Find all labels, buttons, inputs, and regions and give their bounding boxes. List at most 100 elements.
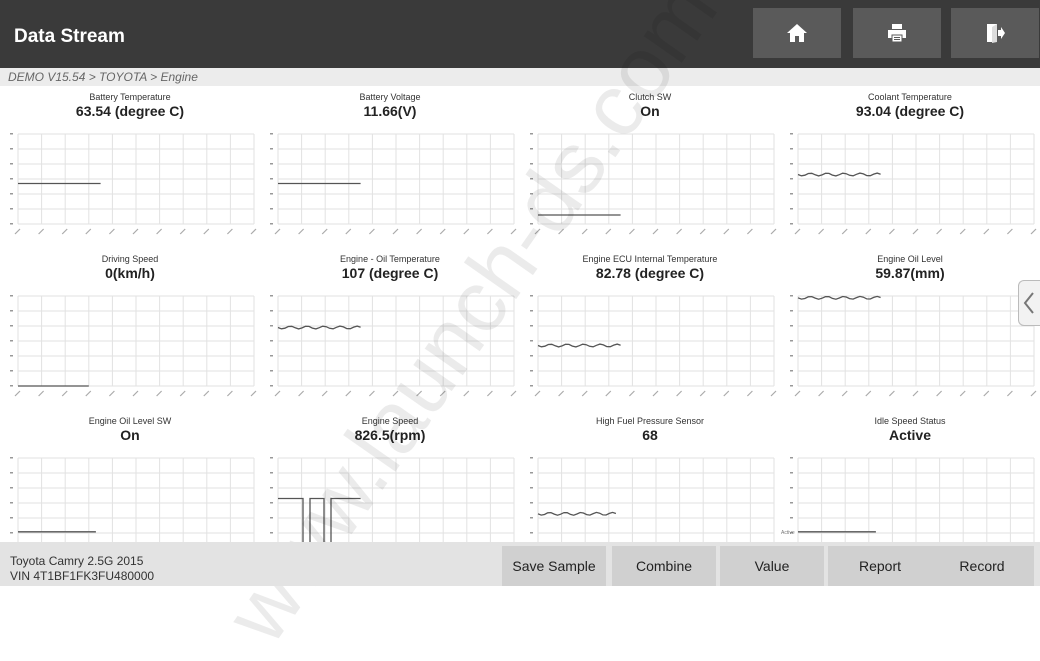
series-line	[537, 343, 621, 348]
panel-graph: Active	[781, 457, 1035, 542]
y-tick-mark	[530, 355, 533, 357]
panel-graph	[270, 295, 517, 397]
data-panel[interactable]: Coolant Temperature 93.04 (degree C)	[780, 88, 1040, 250]
x-tick-mark	[250, 390, 257, 397]
data-panel[interactable]: High Fuel Pressure Sensor 68	[520, 412, 780, 542]
data-panel[interactable]: Battery Voltage 11.66(V)	[260, 88, 520, 250]
data-panel[interactable]: Engine Oil Level SW On	[0, 412, 260, 542]
x-tick-mark	[463, 390, 470, 397]
data-panel[interactable]: Engine ECU Internal Temperature 82.78 (de…	[520, 250, 780, 412]
y-tick-mark	[790, 325, 793, 327]
x-tick-mark	[581, 390, 588, 397]
data-panel[interactable]: Engine Oil Level 59.87(mm)	[780, 250, 1040, 412]
y-tick-mark	[790, 295, 793, 297]
x-tick-mark	[605, 228, 612, 235]
x-tick-mark	[841, 228, 848, 235]
panel-graph	[10, 295, 257, 397]
panel-parameter-value: 0(km/h)	[105, 265, 155, 281]
y-tick-mark	[270, 148, 273, 150]
data-panel[interactable]: Idle Speed Status Active Active	[780, 412, 1040, 542]
x-tick-mark	[179, 228, 186, 235]
x-tick-mark	[888, 390, 895, 397]
x-tick-mark	[1030, 228, 1037, 235]
data-panel[interactable]: Engine Speed 826.5(rpm)	[260, 412, 520, 542]
y-tick-mark	[10, 325, 13, 327]
y-tick-mark	[790, 385, 793, 387]
panel-parameter-name: Battery Temperature	[89, 92, 171, 102]
x-tick-mark	[156, 228, 163, 235]
value-button[interactable]: Value	[720, 546, 824, 586]
panel-parameter-name: Engine - Oil Temperature	[340, 254, 440, 264]
x-tick-mark	[38, 390, 45, 397]
x-tick-mark	[770, 390, 777, 397]
x-tick-mark	[558, 228, 565, 235]
exit-button[interactable]	[951, 8, 1039, 58]
save-sample-button[interactable]: Save Sample	[502, 546, 606, 586]
chevron-left-icon	[1023, 292, 1034, 314]
x-tick-mark	[770, 228, 777, 235]
home-icon	[787, 24, 807, 42]
vehicle-vin: VIN 4T1BF1FK3FU480000	[10, 569, 155, 583]
combine-button[interactable]: Combine	[612, 546, 716, 586]
y-tick-mark	[270, 310, 273, 312]
y-tick-mark	[10, 208, 13, 210]
y-tick-mark	[790, 457, 793, 459]
panel-graph	[790, 133, 1037, 235]
x-tick-mark	[179, 390, 186, 397]
x-tick-mark	[628, 228, 635, 235]
x-tick-mark	[534, 228, 541, 235]
x-tick-mark	[226, 228, 233, 235]
y-tick-mark	[10, 295, 13, 297]
y-tick-mark	[270, 487, 273, 489]
panel-parameter-name: Battery Voltage	[359, 92, 421, 102]
print-button[interactable]	[853, 8, 941, 58]
y-tick-mark	[790, 310, 793, 312]
data-panel[interactable]: Engine - Oil Temperature 107 (degree C)	[260, 250, 520, 412]
panel-graph	[10, 133, 257, 235]
x-tick-mark	[841, 390, 848, 397]
side-panel-toggle[interactable]	[1018, 280, 1040, 326]
panel-parameter-name: Coolant Temperature	[868, 92, 952, 102]
x-tick-mark	[486, 228, 493, 235]
y-tick-mark	[270, 208, 273, 210]
y-tick-mark	[270, 295, 273, 297]
x-tick-mark	[605, 390, 612, 397]
report-button[interactable]: Report	[828, 546, 932, 586]
data-panel[interactable]: Battery Temperature 63.54 (degree C)	[0, 88, 260, 250]
x-tick-mark	[983, 228, 990, 235]
data-panel[interactable]: Clutch SW On	[520, 88, 780, 250]
x-tick-mark	[61, 390, 68, 397]
panel-parameter-value: 59.87(mm)	[875, 265, 945, 281]
y-tick-mark	[10, 355, 13, 357]
home-button[interactable]	[753, 8, 841, 58]
y-tick-mark	[530, 223, 533, 225]
x-tick-mark	[274, 390, 281, 397]
x-tick-mark	[392, 390, 399, 397]
x-tick-mark	[1006, 390, 1013, 397]
x-tick-mark	[463, 228, 470, 235]
x-tick-mark	[274, 228, 281, 235]
data-panel[interactable]: Driving Speed 0(km/h)	[0, 250, 260, 412]
x-tick-mark	[321, 228, 328, 235]
y-tick-mark	[530, 340, 533, 342]
panel-parameter-value: 826.5(rpm)	[354, 427, 426, 443]
y-tick-mark	[530, 310, 533, 312]
y-tick-mark	[790, 133, 793, 135]
y-tick-mark	[270, 502, 273, 504]
x-tick-mark	[368, 228, 375, 235]
x-tick-mark	[14, 228, 21, 235]
x-tick-mark	[865, 390, 872, 397]
x-tick-mark	[108, 228, 115, 235]
x-tick-mark	[38, 228, 45, 235]
y-tick-mark	[10, 193, 13, 195]
y-tick-mark	[790, 502, 793, 504]
x-tick-mark	[132, 228, 139, 235]
record-button[interactable]: Record	[930, 546, 1034, 586]
x-tick-mark	[203, 390, 210, 397]
panel-graph	[270, 457, 515, 542]
x-tick-mark	[652, 228, 659, 235]
x-tick-mark	[818, 390, 825, 397]
y-tick-mark	[270, 370, 273, 372]
panel-parameter-name: Engine Speed	[361, 416, 419, 426]
y-tick-mark	[270, 472, 273, 474]
